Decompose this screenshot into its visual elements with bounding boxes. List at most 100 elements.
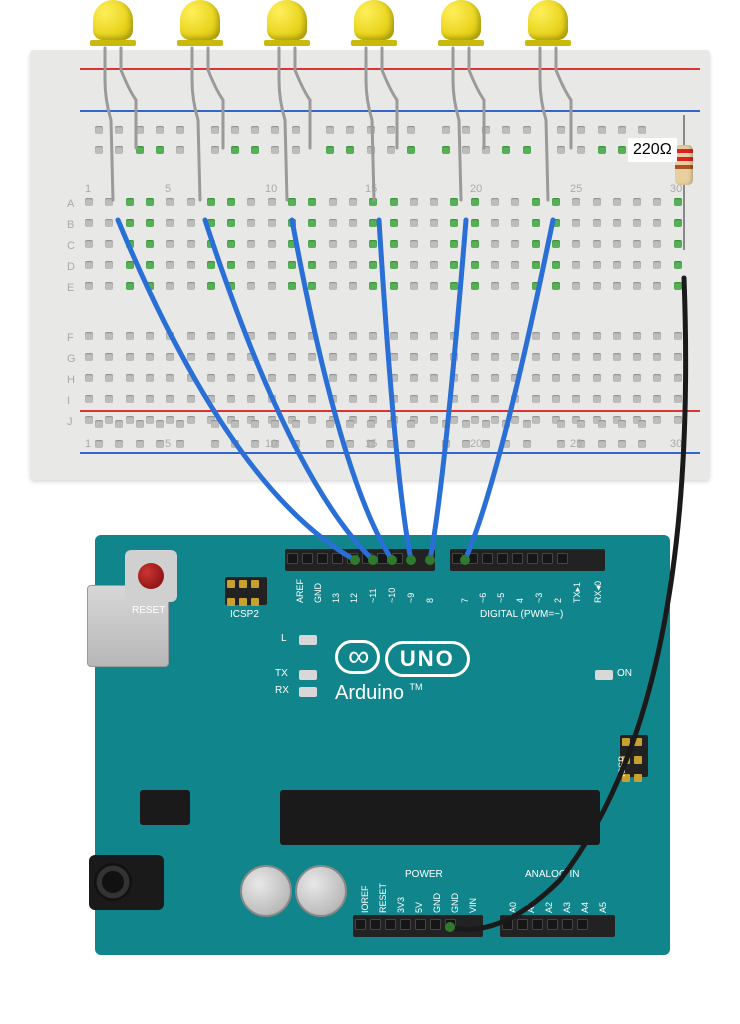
breadboard-hole xyxy=(532,282,540,290)
breadboard-hole xyxy=(552,282,560,290)
breadboard-hole xyxy=(593,374,601,382)
rail-minus-bottom xyxy=(80,452,700,454)
breadboard-hole xyxy=(633,395,641,403)
bottom-pin-label: A1 xyxy=(526,902,536,913)
rail-hole xyxy=(442,146,450,154)
breadboard-hole xyxy=(593,395,601,403)
uno-badge: UNO xyxy=(385,641,470,677)
breadboard-hole xyxy=(227,261,235,269)
arduino-uno: RESET ICSP2 AREFGND1312~11~10~987~6~54~3… xyxy=(95,535,670,955)
breadboard-hole xyxy=(126,261,134,269)
breadboard-hole xyxy=(207,282,215,290)
rail-minus-top xyxy=(80,110,700,112)
breadboard-hole xyxy=(653,198,661,206)
breadboard-hole xyxy=(552,219,560,227)
breadboard-hole xyxy=(653,416,661,424)
rail-hole xyxy=(387,126,395,134)
col-label: 10 xyxy=(265,183,277,195)
breadboard-hole xyxy=(349,261,357,269)
col-label: 1 xyxy=(85,183,91,195)
breadboard-hole xyxy=(572,219,580,227)
breadboard-hole xyxy=(146,198,154,206)
rail-hole xyxy=(136,420,144,428)
icsp2-header xyxy=(225,577,267,605)
breadboard-hole xyxy=(349,240,357,248)
icsp-label: ICSP xyxy=(617,756,627,777)
breadboard-hole xyxy=(227,395,235,403)
breadboard-hole xyxy=(491,395,499,403)
breadboard-hole xyxy=(450,353,458,361)
breadboard-hole xyxy=(532,353,540,361)
breadboard-hole xyxy=(430,416,438,424)
breadboard-hole xyxy=(593,219,601,227)
rail-hole xyxy=(367,420,375,428)
led-bulb xyxy=(528,0,568,40)
rail-hole xyxy=(598,126,606,134)
rail-hole xyxy=(231,146,239,154)
breadboard-hole xyxy=(633,353,641,361)
led-flange xyxy=(177,40,223,46)
breadboard-hole xyxy=(491,219,499,227)
digital-pin-label: ~5 xyxy=(496,593,506,603)
breadboard-hole xyxy=(430,395,438,403)
breadboard-hole xyxy=(105,282,113,290)
breadboard-hole xyxy=(369,219,377,227)
breadboard-hole xyxy=(471,261,479,269)
led-on-indicator xyxy=(595,670,613,680)
breadboard-hole xyxy=(430,261,438,269)
rail-hole xyxy=(407,420,415,428)
breadboard-hole xyxy=(85,332,93,340)
rail-hole xyxy=(618,440,626,448)
led-flange xyxy=(90,40,136,46)
breadboard-hole xyxy=(166,353,174,361)
breadboard-hole xyxy=(410,198,418,206)
led-tx-label: TX xyxy=(275,668,288,679)
rail-hole xyxy=(557,420,565,428)
breadboard-hole xyxy=(85,416,93,424)
breadboard-hole xyxy=(166,198,174,206)
breadboard-hole xyxy=(532,261,540,269)
digital-header-left xyxy=(285,549,435,571)
breadboard-hole xyxy=(674,261,682,269)
rail-hole xyxy=(136,440,144,448)
breadboard-hole xyxy=(532,416,540,424)
breadboard-hole xyxy=(85,353,93,361)
digital-pin-label: ~9 xyxy=(406,593,416,603)
breadboard-hole xyxy=(369,261,377,269)
led-bulb xyxy=(441,0,481,40)
breadboard-hole xyxy=(268,261,276,269)
rail-hole xyxy=(638,126,646,134)
reset-button[interactable] xyxy=(125,550,177,602)
breadboard-hole xyxy=(329,332,337,340)
breadboard-hole xyxy=(450,282,458,290)
breadboard-hole xyxy=(308,416,316,424)
breadboard-hole xyxy=(288,240,296,248)
breadboard-hole xyxy=(390,240,398,248)
led-yellow xyxy=(267,0,307,75)
breadboard-hole xyxy=(227,240,235,248)
breadboard-hole xyxy=(349,332,357,340)
breadboard-hole xyxy=(593,282,601,290)
col-label: 20 xyxy=(470,438,482,450)
bottom-pin-label: A4 xyxy=(580,902,590,913)
led-flange xyxy=(264,40,310,46)
breadboard-hole xyxy=(369,353,377,361)
breadboard-hole xyxy=(511,374,519,382)
breadboard-hole xyxy=(491,374,499,382)
resistor-label: 220Ω xyxy=(628,138,677,162)
bottom-pin-label: IOREF xyxy=(360,885,370,913)
breadboard-hole xyxy=(633,374,641,382)
breadboard-hole xyxy=(613,395,621,403)
breadboard-hole xyxy=(491,282,499,290)
breadboard-hole xyxy=(491,416,499,424)
breadboard-hole xyxy=(390,198,398,206)
breadboard-hole xyxy=(146,240,154,248)
led-yellow xyxy=(441,0,481,75)
rail-hole xyxy=(442,126,450,134)
breadboard-hole xyxy=(268,240,276,248)
breadboard-hole xyxy=(247,240,255,248)
breadboard-hole xyxy=(410,240,418,248)
col-label: 5 xyxy=(165,438,171,450)
breadboard-hole xyxy=(471,219,479,227)
breadboard-hole xyxy=(471,282,479,290)
